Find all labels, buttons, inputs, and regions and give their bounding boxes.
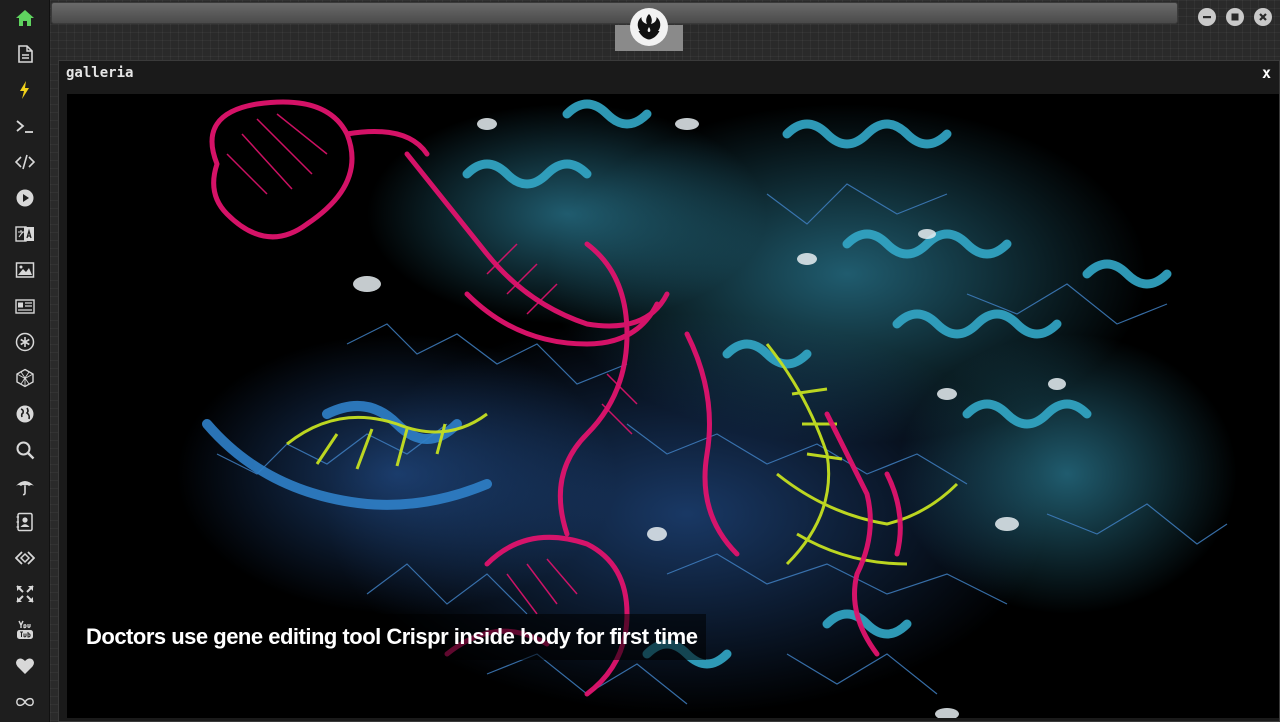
panel-close-button[interactable]: x xyxy=(1262,64,1271,82)
minimize-icon xyxy=(1203,16,1211,19)
home-icon xyxy=(16,10,34,26)
sidebar-item-terminal[interactable] xyxy=(0,108,50,144)
umbrella-icon xyxy=(16,481,34,496)
diamond-code-icon xyxy=(15,551,35,565)
sidebar-item-news[interactable] xyxy=(0,288,50,324)
infinity-icon xyxy=(16,697,34,707)
search-icon xyxy=(16,441,35,460)
minimize-button[interactable] xyxy=(1198,8,1216,26)
sidebar-item-umbrella[interactable] xyxy=(0,468,50,504)
lightning-icon xyxy=(20,81,29,99)
sidebar-item-cube[interactable] xyxy=(0,360,50,396)
gallery-image-viewer[interactable]: Doctors use gene editing tool Crispr ins… xyxy=(67,94,1279,718)
expand-icon xyxy=(16,585,34,603)
sidebar-item-youtube[interactable] xyxy=(0,612,50,648)
close-icon xyxy=(1259,13,1267,21)
heart-icon xyxy=(16,658,34,674)
rebel-alliance-icon xyxy=(637,14,661,40)
terminal-icon xyxy=(16,120,33,133)
sidebar-item-home[interactable] xyxy=(0,0,50,36)
cube-icon xyxy=(16,368,34,388)
youtube-icon xyxy=(17,620,33,639)
sidebar-item-play[interactable] xyxy=(0,180,50,216)
news-icon xyxy=(15,299,35,314)
app-sidebar xyxy=(0,0,50,722)
sidebar-item-globe[interactable] xyxy=(0,396,50,432)
top-bar[interactable] xyxy=(51,2,1178,24)
sidebar-item-contacts[interactable] xyxy=(0,504,50,540)
code-icon xyxy=(15,154,35,170)
sidebar-item-heart[interactable] xyxy=(0,648,50,684)
sidebar-item-code[interactable] xyxy=(0,144,50,180)
sidebar-item-diamond-code[interactable] xyxy=(0,540,50,576)
sidebar-item-asterisk[interactable] xyxy=(0,324,50,360)
galleria-panel: galleria x Doctors use gene editing tool… xyxy=(58,60,1280,722)
maximize-icon xyxy=(1231,13,1239,21)
close-button[interactable] xyxy=(1254,8,1272,26)
sidebar-item-lightning[interactable] xyxy=(0,72,50,108)
document-icon xyxy=(18,45,33,63)
globe-icon xyxy=(16,405,34,423)
image-icon xyxy=(15,262,35,278)
maximize-button[interactable] xyxy=(1226,8,1244,26)
sidebar-item-document[interactable] xyxy=(0,36,50,72)
translate-icon xyxy=(15,226,34,242)
sidebar-item-search[interactable] xyxy=(0,432,50,468)
contacts-icon xyxy=(16,512,33,532)
sidebar-item-infinity[interactable] xyxy=(0,684,50,720)
sidebar-item-translate[interactable] xyxy=(0,216,50,252)
logo-button[interactable] xyxy=(630,8,668,46)
asterisk-icon xyxy=(15,332,35,352)
sidebar-item-expand[interactable] xyxy=(0,576,50,612)
play-icon xyxy=(16,189,34,207)
sidebar-item-image[interactable] xyxy=(0,252,50,288)
panel-title: galleria xyxy=(66,65,134,81)
gallery-caption: Doctors use gene editing tool Crispr ins… xyxy=(77,614,707,660)
